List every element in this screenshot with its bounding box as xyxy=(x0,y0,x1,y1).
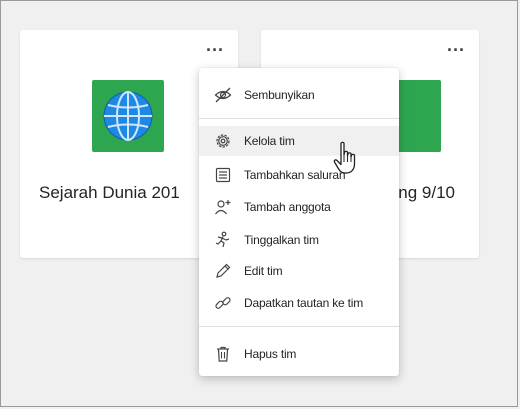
menu-item-delete-team[interactable]: Hapus tim xyxy=(199,339,399,369)
menu-item-label: Kelola tim xyxy=(244,134,295,148)
gear-icon xyxy=(216,134,230,148)
menu-item-add-member[interactable]: Tambah anggota xyxy=(199,192,399,222)
team-name: Sejarah Dunia 201 xyxy=(39,183,180,202)
menu-item-get-link[interactable]: Dapatkan tautan ke tim xyxy=(199,288,399,318)
menu-divider xyxy=(199,326,399,327)
channel-icon xyxy=(215,167,231,183)
add-person-icon xyxy=(215,200,231,215)
menu-item-hide[interactable]: Sembunyikan xyxy=(199,80,399,110)
eye-off-icon xyxy=(214,87,232,103)
menu-item-label: Tinggalkan tim xyxy=(244,233,319,247)
link-icon xyxy=(215,297,231,309)
menu-item-label: Sembunyikan xyxy=(244,88,315,102)
menu-item-label: Dapatkan tautan ke tim xyxy=(244,296,364,310)
menu-item-label: Tambah anggota xyxy=(244,200,331,214)
menu-item-manage-team[interactable]: Kelola tim xyxy=(199,126,399,156)
pencil-icon xyxy=(216,263,231,278)
menu-item-edit-team[interactable]: Edit tim xyxy=(199,256,399,286)
team-avatar xyxy=(92,80,164,152)
globe-icon xyxy=(103,91,153,141)
more-options-button[interactable]: ... xyxy=(206,36,224,54)
hand-cursor-icon xyxy=(333,141,356,174)
menu-item-label: Tambahkan saluran xyxy=(244,168,346,182)
trash-icon xyxy=(217,346,229,362)
menu-item-label: Edit tim xyxy=(244,264,283,278)
team-context-menu: Sembunyikan Kelola tim Tambahkan saluran… xyxy=(199,68,399,376)
team-name: ng 9/10 xyxy=(398,183,455,202)
leave-icon xyxy=(215,231,230,248)
menu-item-add-channel[interactable]: Tambahkan saluran xyxy=(199,160,399,190)
menu-item-label: Hapus tim xyxy=(244,347,297,361)
menu-item-leave-team[interactable]: Tinggalkan tim xyxy=(199,225,399,255)
more-options-button[interactable]: ... xyxy=(447,36,465,54)
menu-divider xyxy=(199,118,399,119)
